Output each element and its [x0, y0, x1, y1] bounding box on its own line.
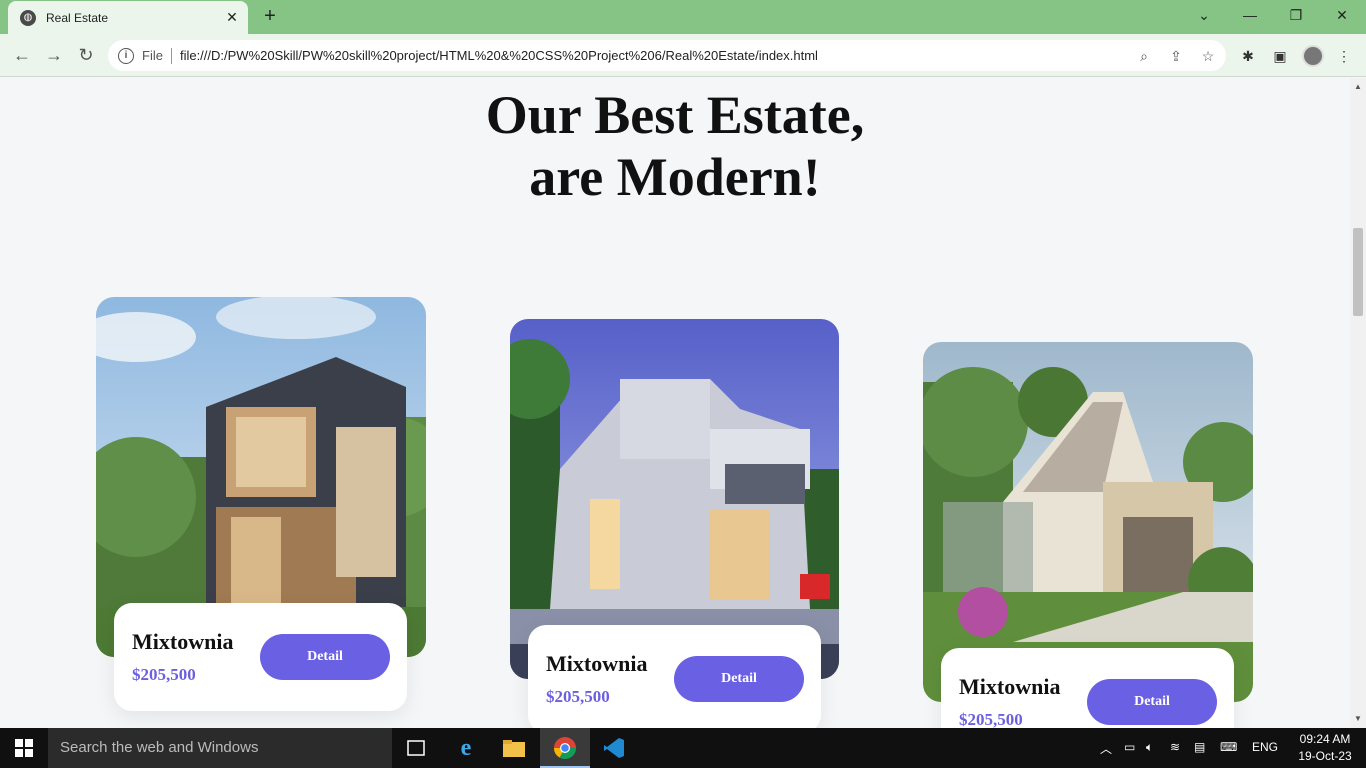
file-explorer-icon[interactable] — [498, 734, 530, 762]
vscode-icon[interactable] — [598, 734, 630, 762]
vertical-scrollbar[interactable]: ▲ ▼ — [1350, 78, 1366, 728]
system-clock[interactable]: 09:24 AM 19-Oct-23 — [1290, 731, 1360, 765]
page-viewport: Our Best Estate, are Modern! Mixtownia $… — [0, 78, 1350, 728]
property-name: Mixtownia — [959, 674, 1061, 699]
section-heading: Our Best Estate, are Modern! — [0, 84, 1350, 208]
notification-icon[interactable]: ▤ — [1194, 740, 1205, 754]
windows-taskbar: Search the web and Windows e ︿ ▭ 🔈︎ ≋ ▤ … — [0, 728, 1366, 768]
extensions-icon[interactable]: ✱ — [1238, 46, 1258, 66]
globe-icon: ◍ — [20, 9, 36, 26]
property-name: Mixtownia — [546, 651, 648, 676]
address-bar[interactable]: i File file:///D:/PW%20Skill/PW%20skill%… — [108, 40, 1226, 71]
property-price: $205,500 — [959, 710, 1023, 728]
forward-button[interactable]: → — [40, 42, 68, 70]
heading-line-2: are Modern! — [529, 147, 821, 207]
detail-button[interactable]: Detail — [260, 634, 390, 680]
start-button[interactable] — [0, 728, 48, 768]
property-info-panel: Mixtownia $205,500 Detail — [528, 625, 821, 728]
restore-button[interactable]: ❐ — [1280, 4, 1312, 28]
wifi-icon[interactable]: ≋ — [1170, 740, 1180, 754]
scroll-up-arrow-icon[interactable]: ▲ — [1354, 82, 1362, 91]
zoom-icon[interactable]: ⌕ — [1134, 46, 1154, 66]
back-button[interactable]: ← — [8, 42, 36, 70]
property-name: Mixtownia — [132, 629, 234, 654]
tab-search-icon[interactable]: ⌄ — [1188, 4, 1220, 28]
battery-icon[interactable]: ▭ — [1124, 740, 1135, 754]
internet-explorer-icon[interactable]: e — [450, 734, 482, 762]
share-icon[interactable]: ⇪ — [1166, 46, 1186, 66]
side-panel-icon[interactable]: ▣ — [1270, 46, 1290, 66]
property-price: $205,500 — [546, 687, 610, 706]
heading-line-1: Our Best Estate, — [485, 85, 865, 145]
scrollbar-thumb[interactable] — [1353, 228, 1363, 316]
file-scheme-label: File — [142, 48, 163, 63]
task-view-icon[interactable] — [400, 734, 432, 762]
clock-date: 19-Oct-23 — [1298, 749, 1352, 763]
property-info-panel: Mixtownia $205,500 Detail — [941, 648, 1234, 728]
bookmark-star-icon[interactable]: ☆ — [1198, 46, 1218, 66]
show-hidden-icons-icon[interactable]: ︿ — [1100, 740, 1112, 757]
new-tab-button[interactable]: + — [258, 5, 282, 29]
windows-logo-icon — [15, 739, 33, 757]
browser-toolbar: ← → ↻ i File file:///D:/PW%20Skill/PW%20… — [0, 34, 1366, 77]
language-indicator[interactable]: ENG — [1252, 740, 1278, 754]
detail-button[interactable]: Detail — [1087, 679, 1217, 725]
menu-kebab-icon[interactable]: ⋮ — [1334, 46, 1354, 66]
clock-time: 09:24 AM — [1299, 732, 1351, 746]
close-window-button[interactable]: ✕ — [1326, 4, 1358, 28]
chrome-icon[interactable] — [549, 734, 581, 762]
url-text[interactable]: file:///D:/PW%20Skill/PW%20skill%20proje… — [180, 48, 818, 63]
tab-real-estate[interactable]: ◍ Real Estate ✕ — [8, 1, 248, 34]
scroll-down-arrow-icon[interactable]: ▼ — [1354, 714, 1362, 723]
detail-button[interactable]: Detail — [674, 656, 804, 702]
minimize-button[interactable]: — — [1234, 4, 1266, 28]
keyboard-icon[interactable]: ⌨ — [1220, 740, 1237, 754]
profile-avatar[interactable] — [1302, 45, 1324, 67]
close-tab-icon[interactable]: ✕ — [222, 9, 242, 26]
volume-icon[interactable]: 🔈︎ — [1146, 740, 1153, 755]
property-price: $205,500 — [132, 665, 196, 684]
reload-button[interactable]: ↻ — [72, 42, 100, 70]
site-info-icon[interactable]: i — [118, 47, 134, 64]
taskbar-search-box[interactable]: Search the web and Windows — [48, 728, 392, 768]
browser-tab-strip: ◍ Real Estate ✕ + ⌄ — ❐ ✕ — [0, 0, 1366, 34]
tab-title: Real Estate — [46, 10, 109, 25]
omnibox-divider — [170, 47, 172, 64]
property-info-panel: Mixtownia $205,500 Detail — [114, 603, 407, 711]
